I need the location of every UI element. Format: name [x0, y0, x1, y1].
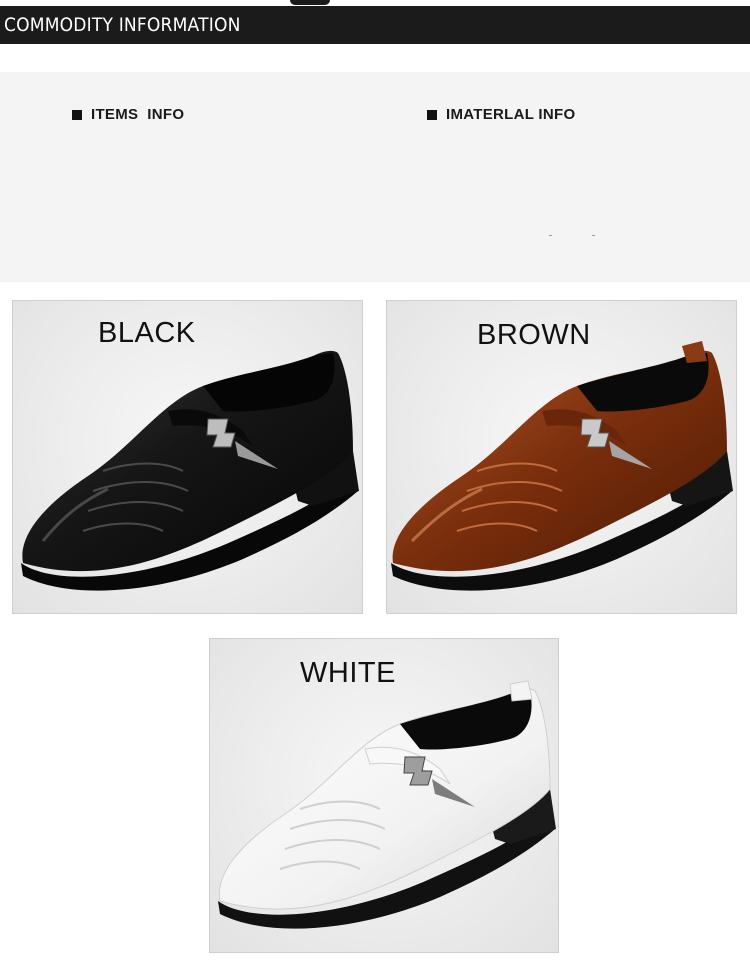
white-shoe-image	[218, 680, 556, 929]
color-option-black[interactable]: BLACK	[12, 300, 363, 614]
black-shoe-image	[21, 350, 359, 591]
material-info-heading: IMATERLAL INFO	[427, 106, 575, 123]
speck	[549, 235, 552, 236]
square-bullet-icon	[427, 109, 437, 120]
brown-shoe-image	[391, 341, 733, 591]
header-bar: COMMODITY INFORMATION	[0, 6, 750, 44]
section-title: COMMODITY INFORMATION	[4, 14, 241, 36]
items-info-heading: ITEMS INFO	[72, 106, 184, 123]
info-panel: ITEMS INFO IMATERLAL INFO	[0, 72, 750, 282]
items-info-label: ITEMS INFO	[91, 106, 185, 123]
material-info-label: IMATERLAL INFO	[446, 106, 576, 123]
header-notch	[290, 0, 330, 5]
square-bullet-icon	[72, 109, 82, 120]
speck	[592, 235, 595, 236]
color-option-white[interactable]: WHITE	[209, 638, 559, 953]
color-option-brown[interactable]: BROWN	[386, 300, 737, 614]
